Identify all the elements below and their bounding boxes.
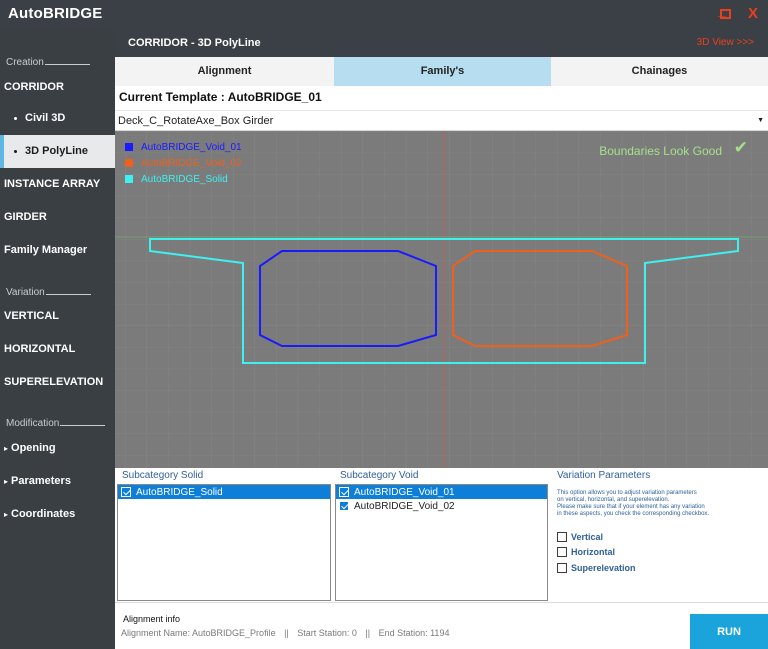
legend-swatch (125, 143, 133, 151)
current-template-row: Current Template : AutoBRIDGE_01 (115, 86, 768, 110)
sidebar-item-corridor[interactable]: CORRIDOR (0, 81, 115, 93)
checkbox-checked-icon[interactable] (339, 487, 349, 497)
list-item[interactable]: AutoBRIDGE_Void_01 (336, 485, 547, 499)
sidebar-item-opening[interactable]: ▸ Opening (0, 442, 115, 454)
checkbox-checked-icon[interactable] (121, 487, 131, 497)
tab-families[interactable]: Family's (334, 57, 551, 86)
title-bar: AutoBRIDGE _ X (0, 0, 768, 29)
section-label-modification: Modification (6, 418, 106, 429)
variation-parameters-panel: Variation Parameters This option allows … (550, 468, 768, 602)
tab-bar: Alignment Family's Chainages (115, 57, 768, 86)
section-label-variation: Variation (6, 287, 91, 298)
alignment-info-title: Alignment info (123, 614, 181, 624)
legend-item: AutoBRIDGE_Void_01 (125, 139, 242, 155)
legend-swatch (125, 175, 133, 183)
variation-parameters-title: Variation Parameters (557, 470, 651, 481)
legend-label: AutoBRIDGE_Void_02 (141, 157, 242, 169)
sidebar-item-vertical[interactable]: VERTICAL (0, 310, 115, 322)
sidebar: Creation CORRIDOR Civil 3D 3D PolyLine I… (0, 29, 115, 649)
checkbox-unchecked-icon[interactable] (557, 532, 567, 542)
alignment-info-footer: Alignment info Alignment Name: AutoBRIDG… (115, 602, 768, 649)
3d-view-link[interactable]: 3D View >>> (697, 37, 754, 48)
alignment-info-text: Alignment Name: AutoBRIDGE_Profile || St… (121, 628, 450, 638)
legend-swatch (125, 159, 133, 167)
sidebar-item-coordinates[interactable]: ▸ Coordinates (0, 508, 115, 520)
legend: AutoBRIDGE_Void_01 AutoBRIDGE_Void_02 Au… (125, 139, 242, 187)
current-template-value: AutoBRIDGE_01 (227, 90, 322, 104)
close-button[interactable]: X (748, 5, 758, 22)
sidebar-item-3d-polyline[interactable]: 3D PolyLine (0, 135, 115, 168)
current-template-label: Current Template : AutoBRIDGE_01 (119, 90, 322, 104)
run-button[interactable]: RUN (690, 614, 768, 649)
section-label-creation: Creation (6, 57, 90, 68)
sidebar-item-parameters[interactable]: ▸ Parameters (0, 475, 115, 487)
list-item[interactable]: AutoBRIDGE_Void_02 (336, 499, 547, 513)
sidebar-item-family-manager[interactable]: Family Manager (0, 244, 115, 256)
arrow-bullet-icon: ▸ (4, 444, 9, 453)
boundary-status: Boundaries Look Good (599, 144, 722, 158)
checkbox-checked-icon[interactable] (339, 501, 349, 511)
bullet-icon (14, 116, 17, 120)
legend-label: AutoBRIDGE_Void_01 (141, 141, 242, 153)
subcategory-void-title: Subcategory Void (340, 470, 419, 481)
list-item[interactable]: AutoBRIDGE_Solid (118, 485, 330, 499)
family-select[interactable]: Deck_C_RotateAxe_Box Girder ▼ (115, 110, 768, 131)
preview-canvas[interactable]: AutoBRIDGE_Void_01 AutoBRIDGE_Void_02 Au… (115, 131, 768, 468)
bullet-icon (14, 149, 17, 153)
arrow-bullet-icon: ▸ (4, 477, 9, 486)
sidebar-item-civil3d[interactable]: Civil 3D (0, 112, 115, 124)
checkbox-unchecked-icon[interactable] (557, 547, 567, 557)
superelevation-checkbox[interactable]: Superelevation (557, 562, 636, 574)
tab-chainages[interactable]: Chainages (551, 57, 768, 86)
chevron-down-icon: ▼ (757, 117, 764, 124)
subcategory-solid-list[interactable]: AutoBRIDGE_Solid (117, 484, 331, 601)
tab-alignment[interactable]: Alignment (115, 57, 334, 86)
arrow-bullet-icon: ▸ (4, 510, 9, 519)
horizontal-checkbox[interactable]: Horizontal (557, 546, 615, 558)
main-header: CORRIDOR - 3D PolyLine 3D View >>> (115, 29, 768, 57)
subcategory-void-panel: Subcategory Void AutoBRIDGE_Void_01 Auto… (333, 468, 550, 602)
check-icon: ✔ (733, 138, 748, 157)
subcategory-solid-panel: Subcategory Solid AutoBRIDGE_Solid (115, 468, 333, 602)
vertical-checkbox[interactable]: Vertical (557, 531, 603, 543)
sidebar-item-instance-array[interactable]: INSTANCE ARRAY (0, 178, 115, 190)
checkbox-unchecked-icon[interactable] (557, 563, 567, 573)
sidebar-item-superelevation[interactable]: SUPERELEVATION (0, 376, 115, 388)
app-title: AutoBRIDGE (8, 5, 103, 22)
legend-item: AutoBRIDGE_Void_02 (125, 155, 242, 171)
legend-label: AutoBRIDGE_Solid (141, 173, 228, 185)
subcategory-solid-title: Subcategory Solid (122, 470, 204, 481)
sidebar-item-girder[interactable]: GIRDER (0, 211, 115, 223)
maximize-button[interactable] (720, 9, 731, 19)
sidebar-item-horizontal[interactable]: HORIZONTAL (0, 343, 115, 355)
legend-item: AutoBRIDGE_Solid (125, 171, 242, 187)
page-title: CORRIDOR - 3D PolyLine (128, 37, 261, 49)
subcategory-void-list[interactable]: AutoBRIDGE_Void_01 AutoBRIDGE_Void_02 (335, 484, 548, 601)
variation-parameters-description: This option allows you to adjust variati… (557, 490, 710, 517)
family-select-value: Deck_C_RotateAxe_Box Girder (118, 115, 274, 127)
